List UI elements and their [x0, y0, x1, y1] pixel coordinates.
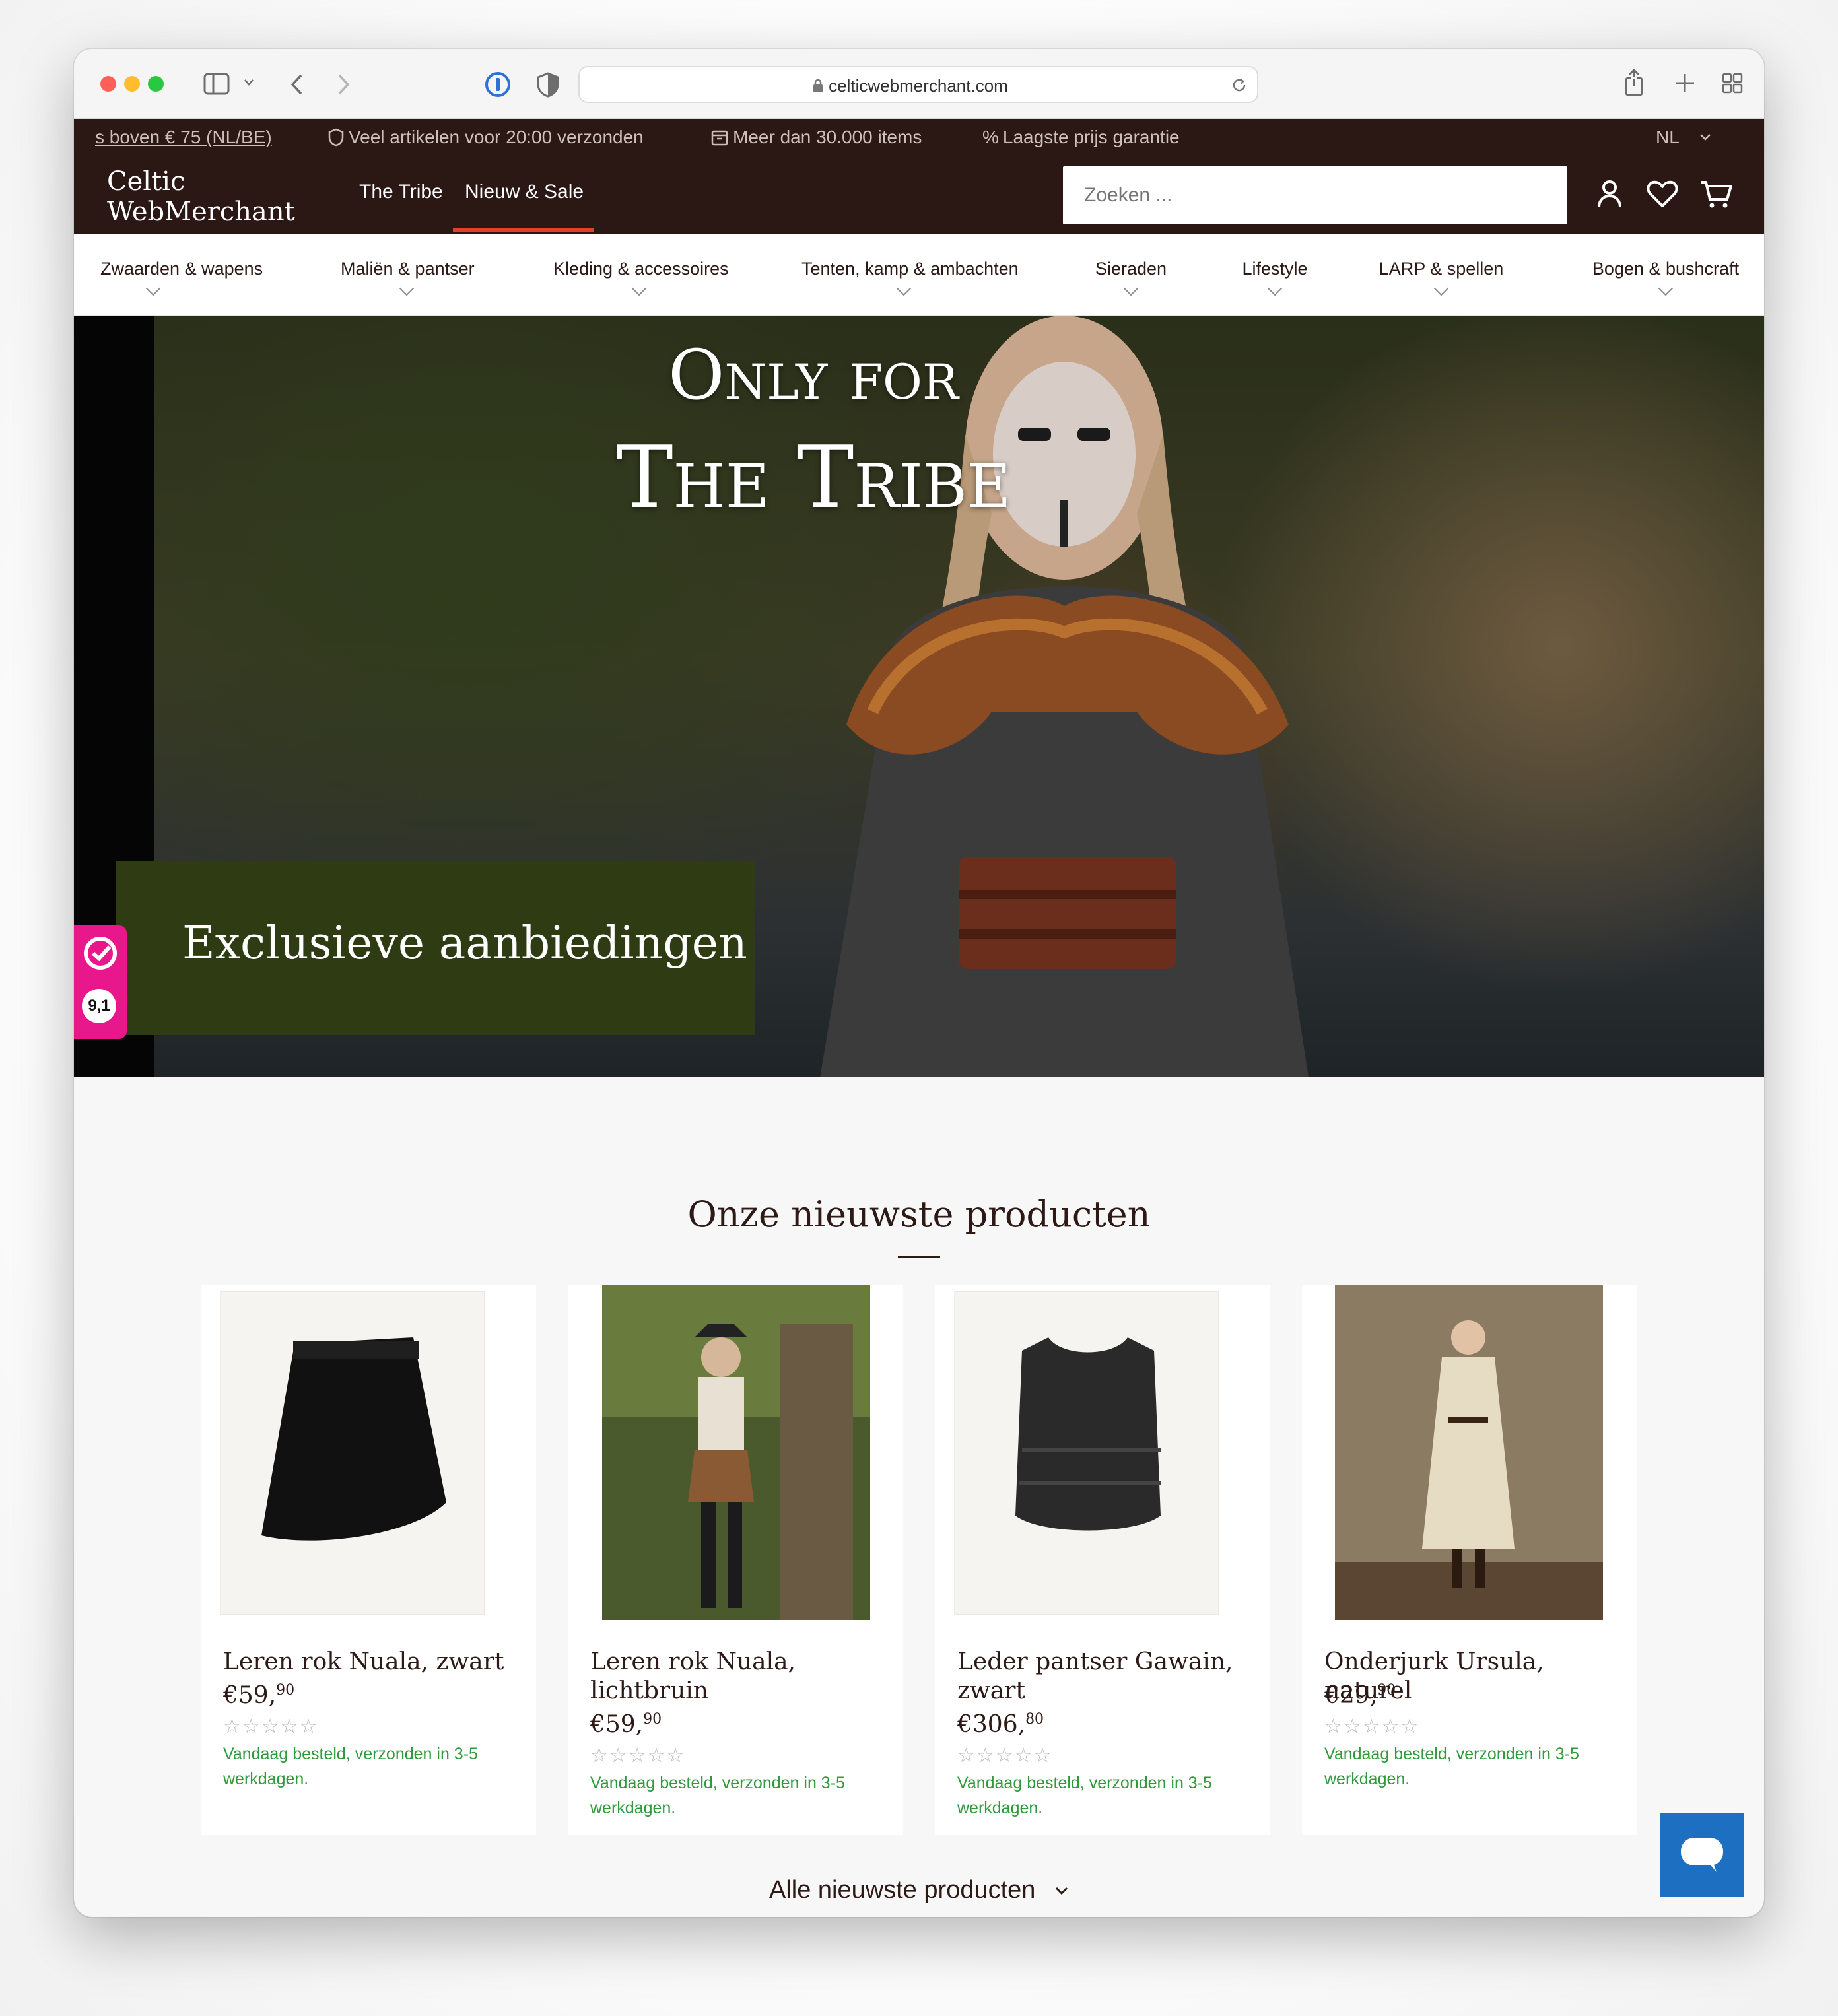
shield-icon	[328, 128, 344, 147]
category-malien-pantser[interactable]: Maliën & pantser	[341, 259, 475, 296]
hero-title: Only for The Tribe	[615, 335, 1011, 527]
chevron-down-icon	[1433, 281, 1449, 296]
review-check-icon	[84, 937, 117, 970]
shipping-info: Vandaag besteld, verzonden in 3-5 werkda…	[1324, 1745, 1579, 1788]
all-new-products-link[interactable]: Alle nieuwste producten	[74, 1876, 1764, 1904]
shipping-info: Vandaag besteld, verzonden in 3-5 werkda…	[590, 1774, 845, 1817]
chevron-down-icon[interactable]	[243, 78, 255, 87]
minimize-window-button[interactable]	[124, 76, 140, 92]
product-name[interactable]: Leren rok Nuala, lichtbruin	[590, 1648, 887, 1706]
chevron-down-icon	[399, 281, 415, 296]
category-bogen-bushcraft[interactable]: Bogen & bushcraft	[1590, 259, 1742, 296]
product-card[interactable]: Leder pantser Gawain, zwart €306,80 ☆☆☆☆…	[935, 1285, 1270, 1835]
privacy-shield-icon[interactable]	[536, 71, 560, 98]
nav-nieuw-sale[interactable]: Nieuw & Sale	[465, 181, 584, 203]
product-name[interactable]: Leren rok Nuala, zwart	[223, 1648, 520, 1677]
close-window-button[interactable]	[100, 76, 116, 92]
review-widget[interactable]: 9,1	[74, 925, 127, 1039]
usp-free-shipping[interactable]: s boven € 75 (NL/BE)	[95, 127, 272, 148]
back-arrow-icon[interactable]	[289, 73, 305, 96]
product-image[interactable]	[215, 1285, 522, 1620]
box-icon	[711, 130, 728, 146]
nav-the-tribe[interactable]: The Tribe	[359, 181, 443, 203]
chat-button[interactable]	[1660, 1813, 1744, 1897]
chevron-down-icon	[145, 281, 161, 296]
wishlist-heart-icon[interactable]	[1644, 176, 1681, 213]
chevron-down-icon	[1055, 1887, 1068, 1895]
product-price: €59,90	[223, 1682, 295, 1709]
rating-stars: ☆☆☆☆☆	[590, 1744, 686, 1767]
category-sieraden[interactable]: Sieraden	[1095, 259, 1167, 296]
category-zwaarden-wapens[interactable]: Zwaarden & wapens	[100, 259, 263, 296]
product-name[interactable]: Leder pantser Gawain, zwart	[957, 1648, 1254, 1706]
category-kleding-accessoires[interactable]: Kleding & accessoires	[553, 259, 729, 296]
share-icon[interactable]	[1623, 69, 1645, 96]
language-selector[interactable]: NL	[1656, 127, 1712, 148]
reload-icon[interactable]	[1231, 77, 1248, 94]
chevron-down-icon	[631, 281, 647, 296]
category-tenten-kamp-ambachten[interactable]: Tenten, kamp & ambachten	[801, 259, 1019, 296]
url-text: celticwebmerchant.com	[829, 76, 1008, 96]
search-field[interactable]	[1063, 166, 1567, 224]
address-bar[interactable]: celticwebmerchant.com	[578, 66, 1258, 103]
site-header: Celtic WebMerchant The Tribe Nieuw & Sal…	[74, 156, 1764, 234]
tab-overview-icon[interactable]	[1722, 73, 1743, 94]
sidebar-toggle-icon[interactable]	[203, 73, 230, 95]
percent-icon: %	[982, 127, 999, 147]
account-icon[interactable]	[1591, 176, 1628, 213]
product-card[interactable]: Leren rok Nuala, zwart €59,90 ☆☆☆☆☆ Vand…	[201, 1285, 536, 1835]
product-price: €29,90	[1324, 1682, 1396, 1709]
product-image[interactable]	[582, 1285, 889, 1620]
usp-dispatch: Veel artikelen voor 20:00 verzonden	[327, 127, 644, 148]
product-image[interactable]	[949, 1285, 1256, 1620]
chat-bubble-icon	[1681, 1838, 1723, 1872]
chevron-down-icon	[896, 281, 912, 296]
usp-bar: s boven € 75 (NL/BE) Veel artikelen voor…	[74, 119, 1764, 156]
product-price: €306,80	[957, 1711, 1044, 1738]
category-lifestyle[interactable]: Lifestyle	[1239, 259, 1311, 296]
rating-stars: ☆☆☆☆☆	[1324, 1715, 1420, 1738]
product-card[interactable]: Onderjurk Ursula, naturel €29,90 ☆☆☆☆☆ V…	[1302, 1285, 1637, 1835]
section-divider	[898, 1256, 940, 1258]
zoom-window-button[interactable]	[148, 76, 164, 92]
review-score: 9,1	[82, 989, 116, 1023]
chevron-down-icon	[1123, 281, 1139, 296]
product-image[interactable]	[1316, 1285, 1623, 1620]
category-navigation: Zwaarden & wapens Maliën & pantser Kledi…	[74, 234, 1764, 316]
shipping-info: Vandaag besteld, verzonden in 3-5 werkda…	[957, 1774, 1212, 1817]
product-card[interactable]: Leren rok Nuala, lichtbruin €59,90 ☆☆☆☆☆…	[568, 1285, 903, 1835]
active-nav-underline	[453, 228, 594, 232]
cart-icon[interactable]	[1698, 176, 1735, 213]
usp-price-guarantee: % Laagste prijs garantie	[982, 127, 1180, 147]
chevron-down-icon	[1699, 134, 1711, 141]
search-input[interactable]	[1063, 166, 1567, 224]
rating-stars: ☆☆☆☆☆	[957, 1744, 1053, 1767]
browser-window: celticwebmerchant.com s boven € 75 (NL/B…	[74, 49, 1764, 1917]
forward-arrow-icon[interactable]	[335, 73, 351, 96]
new-tab-icon[interactable]	[1674, 73, 1695, 94]
chevron-down-icon	[1658, 281, 1674, 296]
site-logo[interactable]: Celtic WebMerchant	[107, 166, 295, 227]
product-price: €59,90	[590, 1711, 662, 1738]
chevron-down-icon	[1267, 281, 1283, 296]
hero-offers-button[interactable]: Exclusieve aanbiedingen	[116, 861, 755, 1035]
shipping-info: Vandaag besteld, verzonden in 3-5 werkda…	[223, 1745, 478, 1788]
browser-toolbar: celticwebmerchant.com	[74, 49, 1764, 119]
password-manager-icon[interactable]	[485, 71, 511, 98]
category-larp-spellen[interactable]: LARP & spellen	[1378, 259, 1504, 296]
section-title: Onze nieuwste producten	[687, 1193, 1151, 1235]
rating-stars: ☆☆☆☆☆	[223, 1715, 319, 1738]
usp-items: Meer dan 30.000 items	[710, 127, 922, 148]
hero-banner[interactable]: Only for The Tribe Exclusieve aanbieding…	[74, 316, 1764, 1077]
